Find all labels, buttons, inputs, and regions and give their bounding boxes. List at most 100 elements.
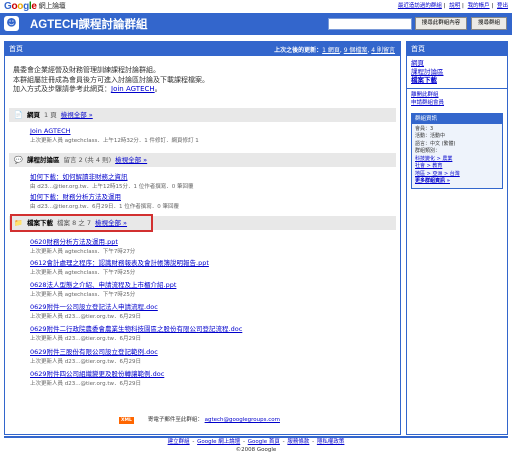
file-item: 0628法人型態之介紹、申請流程及上市櫃介紹.ppt 上次更新人員 agtechc… [30, 279, 176, 298]
file-meta: 上次更新人員 d23...@tier.org.tw．6月29日 [30, 359, 141, 365]
file-meta: 上次更新人員 agtechclass．下午7時25分 [30, 292, 136, 298]
updates-messages-link[interactable]: 4 則留言 [371, 47, 395, 54]
more-group-info-link[interactable]: 更多群組資訊 » [415, 178, 499, 186]
file-item: 0612會計處理之程序：認識財務報表及會計帳簿說明報告.ppt 上次更新人員 ag… [30, 257, 209, 276]
sidebar-home[interactable]: 首頁 [407, 42, 507, 56]
top-bar: Google 網上論壇 最近造訪過的群組 | 說明 | 我的帳戶 | 登出 [0, 0, 512, 12]
group-info-title: 群組資訊 [412, 113, 502, 124]
group-title: AGTECH課程討論群組 [30, 19, 148, 31]
highlight-box [10, 214, 153, 232]
group-header: ☻ AGTECH課程討論群組 搜尋此群組內容 搜尋群組 [0, 13, 512, 35]
file-link[interactable]: 0620財務分析方法及運用.ppt [30, 238, 118, 246]
pages-view-all-link[interactable]: 檢視全部 » [61, 111, 93, 119]
create-group-link[interactable]: 建立群組 [168, 439, 190, 445]
email-footer: XML 寄電子郵件至此群組： agtech@googlegroups.com [119, 415, 280, 424]
google-home-link[interactable]: Google 首頁 [248, 439, 280, 445]
intro-line-1: 農委會企業經營及財務管理訓練課程討論群組。 [13, 66, 160, 74]
pages-section-header: 📄 網頁 1 頁檢視全部 » [9, 108, 396, 122]
recent-groups-link[interactable]: 最近造訪過的群組 [398, 3, 442, 9]
updates-summary: 上次之後的更新：1 網頁, 9 個檔案, 4 則留言 [274, 47, 395, 54]
help-link[interactable]: 說明 [449, 3, 460, 9]
page-item-meta: 上次更新人員 agtechclass．上午12時32分．1 件修訂．網頁修訂 1 [30, 138, 199, 144]
main-panel: 首頁 上次之後的更新：1 網頁, 9 個檔案, 4 則留言 農委會企業經營及財務… [4, 41, 401, 435]
discussion-section-header: 💬 課程討論區 留言 2 (共 4 則) 檢視全部 » [9, 153, 396, 167]
discussion-item-link[interactable]: 如何下載：如何解讀非財務之資訊 [30, 173, 128, 181]
file-item: 0629附件四公司組織變更及股份轉讓範例.doc 上次更新人員 d23...@ti… [30, 368, 164, 387]
email-label: 寄電子郵件至此群組： [147, 417, 203, 423]
file-meta: 上次更新人員 d23...@tier.org.tw．6月29日 [30, 336, 141, 342]
intro-line-3: 加入方式及步驟請參考此網頁：Join AGTECH。 [13, 85, 162, 93]
file-link[interactable]: 0628法人型態之介紹、申請流程及上市櫃介紹.ppt [30, 281, 176, 289]
info-members: 會員：3 [415, 125, 434, 132]
updates-pages-link[interactable]: 1 網頁 [322, 47, 340, 54]
sidebar-membership: 離開此群組 申請群組會員 [407, 87, 507, 109]
copyright: ©2008 Google [235, 447, 277, 453]
updates-files-link[interactable]: 9 個檔案 [344, 47, 368, 54]
search-groups-button[interactable]: 搜尋群組 [471, 17, 507, 30]
file-item: 0620財務分析方法及運用.ppt 上次更新人員 agtechclass．下午7時… [30, 236, 135, 255]
group-info-body: 會員：3 活動：活動中 語言：中文 (繁體) 群組類別： 科技變化 > 農業 社… [412, 123, 502, 188]
pages-count: 1 頁 [44, 111, 57, 119]
privacy-link[interactable]: 隱私權政策 [317, 439, 345, 445]
discussion-icon: 💬 [14, 156, 23, 164]
discussion-item-meta: 由 d23...@tier.org.tw．6月29日．1 位作者撰寫．0 筆回覆 [30, 204, 179, 210]
sidebar-item-files[interactable]: 檔案下載 [411, 76, 503, 85]
file-meta: 上次更新人員 agtechclass．下午7時27分 [30, 249, 136, 255]
file-meta: 上次更新人員 agtechclass．下午7時25分 [30, 270, 136, 276]
discussion-item-link[interactable]: 如何下載：財務分析方法及運用 [30, 193, 121, 201]
page-title: 首頁 [9, 45, 23, 53]
group-email-link[interactable]: agtech@googlegroups.com [205, 417, 280, 423]
google-groups-link[interactable]: Google 網上論壇 [197, 439, 240, 445]
group-description: 農委會企業經營及財務管理訓練課程討論群組。 本群組屬註冊成為會員後方可進入討論區… [13, 66, 209, 95]
discussion-item: 如何下載：財務分析方法及運用 由 d23...@tier.org.tw．6月29… [30, 191, 179, 210]
file-link[interactable]: 0629附件一公司設立登記法人申請流程.doc [30, 303, 158, 311]
intro-line-2: 本群組屬註冊成為會員後方可進入討論區討論及下載課程檔案。 [13, 75, 209, 84]
sign-out-link[interactable]: 登出 [497, 3, 508, 9]
page-footer: 建立群組 - Google 網上論壇 - Google 首頁 - 服務條款 - … [0, 438, 512, 454]
group-info-box: 群組資訊 會員：3 活動：活動中 語言：中文 (繁體) 群組類別： 科技變化 >… [411, 112, 503, 189]
xml-feed-icon[interactable]: XML [119, 417, 134, 424]
top-links: 最近造訪過的群組 | 說明 | 我的帳戶 | 登出 [397, 3, 508, 9]
file-link[interactable]: 0629附件二行政院農委會農業生物科技園區之股份有限公司登記流程.doc [30, 325, 242, 333]
search-input[interactable] [328, 18, 412, 30]
category-link[interactable]: 社會 > 教育 [415, 163, 499, 171]
page-item-link[interactable]: Join AGTECH [30, 127, 71, 135]
sidebar-item-pages[interactable]: 網頁 [411, 59, 503, 68]
file-item: 0629附件二行政院農委會農業生物科技園區之股份有限公司登記流程.doc 上次更新… [30, 323, 242, 342]
sidebar-item-discussions[interactable]: 課程討論區 [411, 68, 503, 77]
page-icon: 📄 [14, 111, 23, 119]
file-link[interactable]: 0629附件四公司組織變更及股份轉讓範例.doc [30, 370, 164, 378]
discussion-view-all-link[interactable]: 檢視全部 » [115, 156, 147, 164]
info-activity: 活動：活動中 [415, 133, 446, 139]
page-item: Join AGTECH 上次更新人員 agtechclass．上午12時32分．… [30, 127, 199, 144]
terms-link[interactable]: 服務條款 [287, 439, 309, 445]
apply-membership-link[interactable]: 申請群組會員 [411, 99, 503, 107]
group-icon: ☻ [4, 16, 19, 31]
file-meta: 上次更新人員 d23...@tier.org.tw．6月29日 [30, 381, 141, 387]
google-logo[interactable]: Google 網上論壇 [4, 1, 66, 12]
file-item: 0629附件三股份有限公司設立登記範例.doc 上次更新人員 d23...@tie… [30, 346, 158, 365]
search-this-group-button[interactable]: 搜尋此群組內容 [415, 17, 467, 30]
updates-label: 上次之後的更新： [274, 47, 323, 54]
discussion-item: 如何下載：如何解讀非財務之資訊 由 d23...@tier.org.tw．上午1… [30, 171, 193, 190]
info-language: 語言：中文 (繁體) [415, 140, 456, 147]
sidebar: 首頁 網頁 課程討論區 檔案下載 離開此群組 申請群組會員 群組資訊 會員：3 … [406, 41, 508, 435]
file-meta: 上次更新人員 d23...@tier.org.tw．6月29日 [30, 314, 141, 320]
leave-group-link[interactable]: 離開此群組 [411, 91, 503, 99]
main-title-bar: 首頁 上次之後的更新：1 網頁, 9 個檔案, 4 則留言 [5, 42, 400, 56]
discussion-section-title: 課程討論區 [27, 156, 60, 164]
pages-section-title: 網頁 [27, 111, 40, 119]
info-categories-label: 群組類別： [415, 148, 441, 154]
my-account-link[interactable]: 我的帳戶 [468, 3, 490, 9]
sidebar-nav: 網頁 課程討論區 檔案下載 [407, 56, 507, 88]
discussion-item-meta: 由 d23...@tier.org.tw．上午12時15分．1 位作者撰寫．0 … [30, 184, 194, 190]
join-agtech-link[interactable]: Join AGTECH [111, 85, 155, 93]
file-item: 0629附件一公司設立登記法人申請流程.doc 上次更新人員 d23...@tie… [30, 301, 158, 320]
category-link[interactable]: 地區 > 亞洲 > 台灣 [415, 171, 499, 179]
category-link[interactable]: 科技變化 > 農業 [415, 156, 499, 164]
file-link[interactable]: 0612會計處理之程序：認識財務報表及會計帳簿說明報告.ppt [30, 259, 209, 267]
file-link[interactable]: 0629附件三股份有限公司設立登記範例.doc [30, 348, 158, 356]
intro-line-3-text: 加入方式及步驟請參考此網頁： [13, 85, 111, 93]
discussion-count: 留言 2 (共 4 則) [63, 156, 112, 164]
logo-subtitle: 網上論壇 [38, 3, 66, 10]
